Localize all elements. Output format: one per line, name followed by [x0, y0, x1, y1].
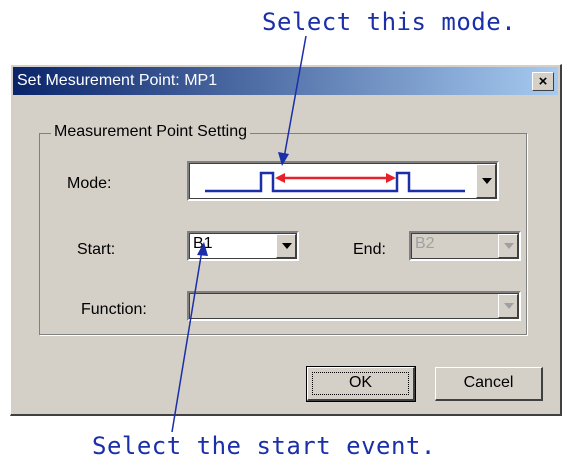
annotation-select-start-event: Select the start event. [92, 432, 436, 460]
function-label: Function: [81, 301, 147, 318]
start-value: B1 [193, 235, 213, 252]
end-select[interactable]: B2 [409, 231, 521, 261]
mode-select[interactable] [187, 161, 499, 201]
close-icon: × [538, 73, 548, 90]
end-value: B2 [415, 235, 435, 252]
end-dropdown-button[interactable] [498, 234, 518, 258]
start-dropdown-button[interactable] [276, 234, 296, 258]
start-label: Start: [77, 241, 116, 258]
close-button[interactable]: × [532, 72, 554, 91]
start-select[interactable]: B1 [187, 231, 299, 261]
ok-button-label: OK [348, 374, 373, 391]
end-label: End: [353, 241, 386, 258]
cancel-button-label: Cancel [463, 374, 514, 391]
function-select[interactable] [187, 291, 521, 321]
pulse-interval-waveform-icon [205, 171, 465, 193]
group-title: Measurement Point Setting [51, 123, 250, 141]
mode-label: Mode: [67, 175, 112, 192]
set-measurement-point-dialog: Set Mesurement Point: MP1 × Measurement … [10, 64, 562, 416]
annotation-select-mode: Select this mode. [262, 8, 517, 36]
title-bar[interactable]: Set Mesurement Point: MP1 × [13, 67, 558, 95]
dialog-title: Set Mesurement Point: MP1 [17, 72, 218, 89]
cancel-button[interactable]: Cancel [435, 367, 543, 401]
mode-dropdown-button[interactable] [476, 164, 496, 198]
ok-button[interactable]: OK [306, 366, 416, 402]
function-dropdown-button[interactable] [498, 294, 518, 318]
